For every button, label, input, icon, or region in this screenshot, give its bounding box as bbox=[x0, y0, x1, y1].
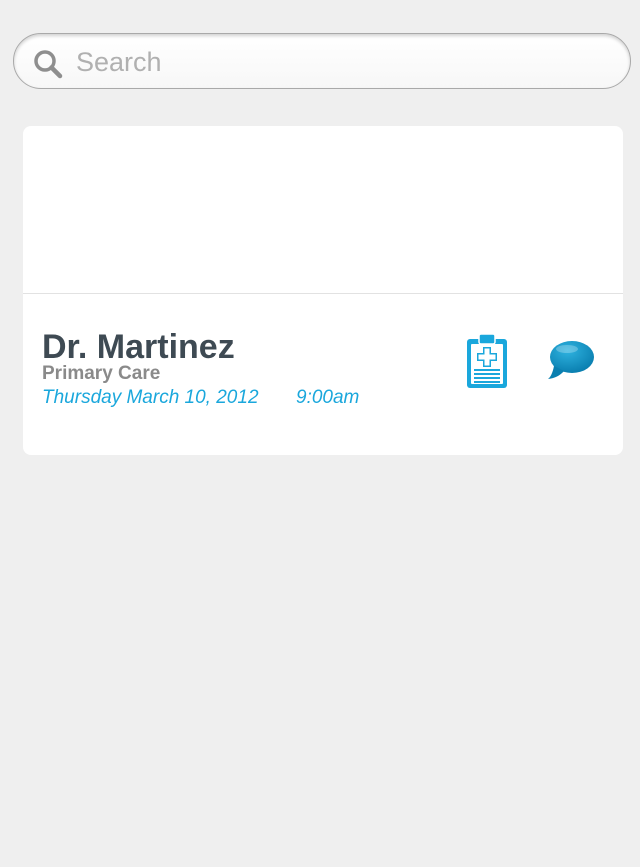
doctor-specialty: Primary Care bbox=[42, 363, 161, 384]
search-icon bbox=[33, 49, 63, 79]
appointment-card: Dr. Martinez Primary Care Thursday March… bbox=[23, 126, 623, 455]
card-header-area bbox=[23, 126, 623, 294]
search-input[interactable] bbox=[76, 40, 596, 84]
appointment-date: Thursday March 10, 2012 bbox=[42, 387, 259, 408]
chat-bubble-icon[interactable] bbox=[548, 340, 596, 382]
appointment-row[interactable]: Dr. Martinez Primary Care Thursday March… bbox=[23, 294, 623, 454]
doctor-name: Dr. Martinez bbox=[42, 328, 235, 366]
appointment-time: 9:00am bbox=[296, 387, 360, 408]
medical-clipboard-icon[interactable] bbox=[464, 332, 510, 390]
search-bar[interactable] bbox=[13, 33, 631, 89]
